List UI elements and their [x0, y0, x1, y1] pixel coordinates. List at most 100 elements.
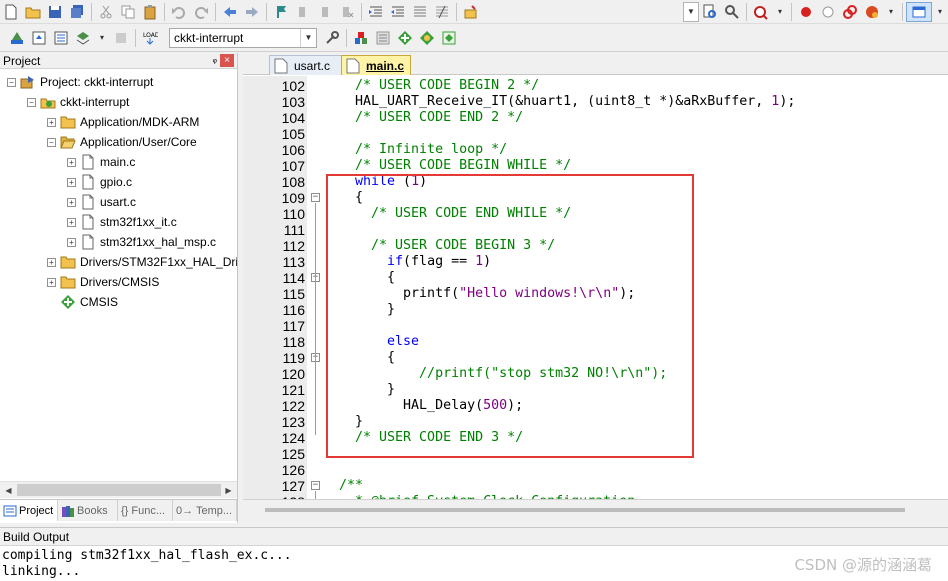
code-line[interactable]: 105 [243, 126, 948, 142]
cut-icon[interactable] [95, 2, 117, 22]
code-line[interactable]: 126 [243, 462, 948, 478]
code-line[interactable]: 107 /* USER CODE BEGIN WHILE */ [243, 158, 948, 174]
save-all-icon[interactable] [66, 2, 88, 22]
code-area[interactable]: 102 /* USER CODE BEGIN 2 */103 HAL_UART_… [243, 76, 948, 499]
code-line[interactable]: 111 [243, 222, 948, 238]
code-line[interactable]: 125 [243, 446, 948, 462]
expand-icon[interactable]: + [47, 257, 56, 267]
tree-item[interactable]: + gpio.c [67, 172, 132, 192]
panel-tab-0[interactable]: Project [0, 500, 58, 521]
breakpoint-icon[interactable] [795, 2, 817, 22]
find-icon[interactable] [699, 2, 721, 22]
window-layout-icon[interactable] [906, 1, 932, 22]
code-line[interactable]: 115 printf("Hello windows!\r\n"); [243, 286, 948, 302]
code-line[interactable]: 121 } [243, 382, 948, 398]
redo-icon[interactable] [190, 2, 212, 22]
expand-icon[interactable]: + [67, 217, 76, 227]
collapse-icon[interactable]: − [47, 137, 56, 147]
target-select[interactable]: ckkt-interrupt ▼ [169, 27, 317, 48]
tree-item[interactable]: CMSIS [47, 292, 118, 312]
insight-icon[interactable] [861, 2, 883, 22]
translate-icon[interactable] [6, 28, 28, 48]
debug-dropdown-arrow[interactable]: ▾ [772, 2, 788, 22]
editor-horizontal-scrollbar[interactable] [243, 499, 948, 523]
fold-toggle-icon[interactable]: − [311, 481, 320, 490]
incremental-find-icon[interactable] [721, 2, 743, 22]
rte-manage-icon[interactable] [416, 28, 438, 48]
collapse-icon[interactable]: − [7, 77, 16, 87]
panel-tab-3[interactable]: 0→ Temp... [173, 500, 237, 521]
indent-icon[interactable] [365, 2, 387, 22]
pin-icon[interactable]: ᵩ [213, 54, 217, 65]
expand-icon[interactable]: + [67, 237, 76, 247]
chevron-down-icon[interactable]: ▼ [300, 28, 316, 47]
stop-build-icon[interactable] [110, 28, 132, 48]
scrollbar-thumb[interactable] [265, 508, 905, 512]
fold-toggle-icon[interactable]: − [311, 193, 320, 202]
tree-item[interactable]: + Application/MDK-ARM [47, 112, 199, 132]
code-line[interactable]: 122 HAL_Delay(500); [243, 398, 948, 414]
expand-icon[interactable]: + [47, 277, 56, 287]
manage-project-items-icon[interactable] [350, 28, 372, 48]
code-line[interactable]: 124 /* USER CODE END 3 */ [243, 430, 948, 446]
clear-bookmarks-icon[interactable] [336, 2, 358, 22]
tree-item[interactable]: + Drivers/CMSIS [47, 272, 159, 292]
expand-icon[interactable]: + [67, 197, 76, 207]
comment-icon[interactable] [409, 2, 431, 22]
insight-dropdown-arrow[interactable]: ▾ [883, 2, 899, 22]
rebuild-icon[interactable] [50, 28, 72, 48]
expand-icon[interactable]: + [47, 117, 56, 127]
unindent-icon[interactable] [387, 2, 409, 22]
code-line[interactable]: 123 } [243, 414, 948, 430]
tree-item[interactable]: − Project: ckkt-interrupt [7, 72, 153, 92]
pack-update-icon[interactable] [438, 28, 460, 48]
code-line[interactable]: 109− { [243, 190, 948, 206]
collapse-icon[interactable]: − [27, 97, 36, 107]
scrollbar-thumb[interactable] [17, 484, 221, 496]
next-bookmark-icon[interactable] [314, 2, 336, 22]
code-line[interactable]: 108 while (1) [243, 174, 948, 190]
tree-item[interactable]: + stm32f1xx_hal_msp.c [67, 232, 216, 252]
select-packs-icon[interactable] [372, 28, 394, 48]
new-file-icon[interactable] [0, 2, 22, 22]
options-for-target-icon[interactable] [321, 28, 343, 48]
code-line[interactable]: 110 /* USER CODE END WHILE */ [243, 206, 948, 222]
disable-breakpoint-icon[interactable] [817, 2, 839, 22]
expand-icon[interactable]: + [67, 157, 76, 167]
pack-installer-icon[interactable] [394, 28, 416, 48]
tree-item[interactable]: + stm32f1xx_it.c [67, 212, 177, 232]
nav-back-icon[interactable] [219, 2, 241, 22]
batch-build-icon[interactable] [72, 28, 94, 48]
scroll-right-icon[interactable]: ▶ [221, 483, 236, 497]
expand-icon[interactable]: + [67, 177, 76, 187]
prev-bookmark-icon[interactable] [292, 2, 314, 22]
uncomment-icon[interactable] [431, 2, 453, 22]
panel-tab-2[interactable]: {} Func... [118, 500, 173, 521]
code-line[interactable]: 113 if(flag == 1) [243, 254, 948, 270]
panel-tab-1[interactable]: Books [58, 500, 118, 521]
tree-item[interactable]: − ckkt-interrupt [27, 92, 129, 112]
close-icon[interactable]: × [220, 54, 234, 67]
download-icon[interactable]: LOAD [139, 28, 161, 48]
batch-build-dropdown-arrow[interactable]: ▾ [94, 28, 110, 48]
tree-item[interactable]: + usart.c [67, 192, 136, 212]
scroll-left-icon[interactable]: ◀ [1, 483, 16, 497]
open-folder-icon[interactable] [22, 2, 44, 22]
code-line[interactable]: 112 /* USER CODE BEGIN 3 */ [243, 238, 948, 254]
debug-session-icon[interactable] [750, 2, 772, 22]
tree-item[interactable]: − Application/User/Core [47, 132, 197, 152]
tree-item[interactable]: + Drivers/STM32F1xx_HAL_Driv [47, 252, 237, 272]
undo-icon[interactable] [168, 2, 190, 22]
code-line[interactable]: 104 /* USER CODE END 2 */ [243, 110, 948, 126]
project-horizontal-scrollbar[interactable]: ◀ ▶ [0, 481, 237, 498]
kill-breakpoints-icon[interactable] [839, 2, 861, 22]
save-icon[interactable] [44, 2, 66, 22]
code-line[interactable]: 119− { [243, 350, 948, 366]
code-line[interactable]: 117 [243, 318, 948, 334]
build-icon[interactable] [28, 28, 50, 48]
code-line[interactable]: 127− /** [243, 478, 948, 494]
bookmark-icon[interactable] [270, 2, 292, 22]
code-line[interactable]: 106 /* Infinite loop */ [243, 142, 948, 158]
code-line[interactable]: 118 else [243, 334, 948, 350]
code-line[interactable]: 103 HAL_UART_Receive_IT(&huart1, (uint8_… [243, 94, 948, 110]
